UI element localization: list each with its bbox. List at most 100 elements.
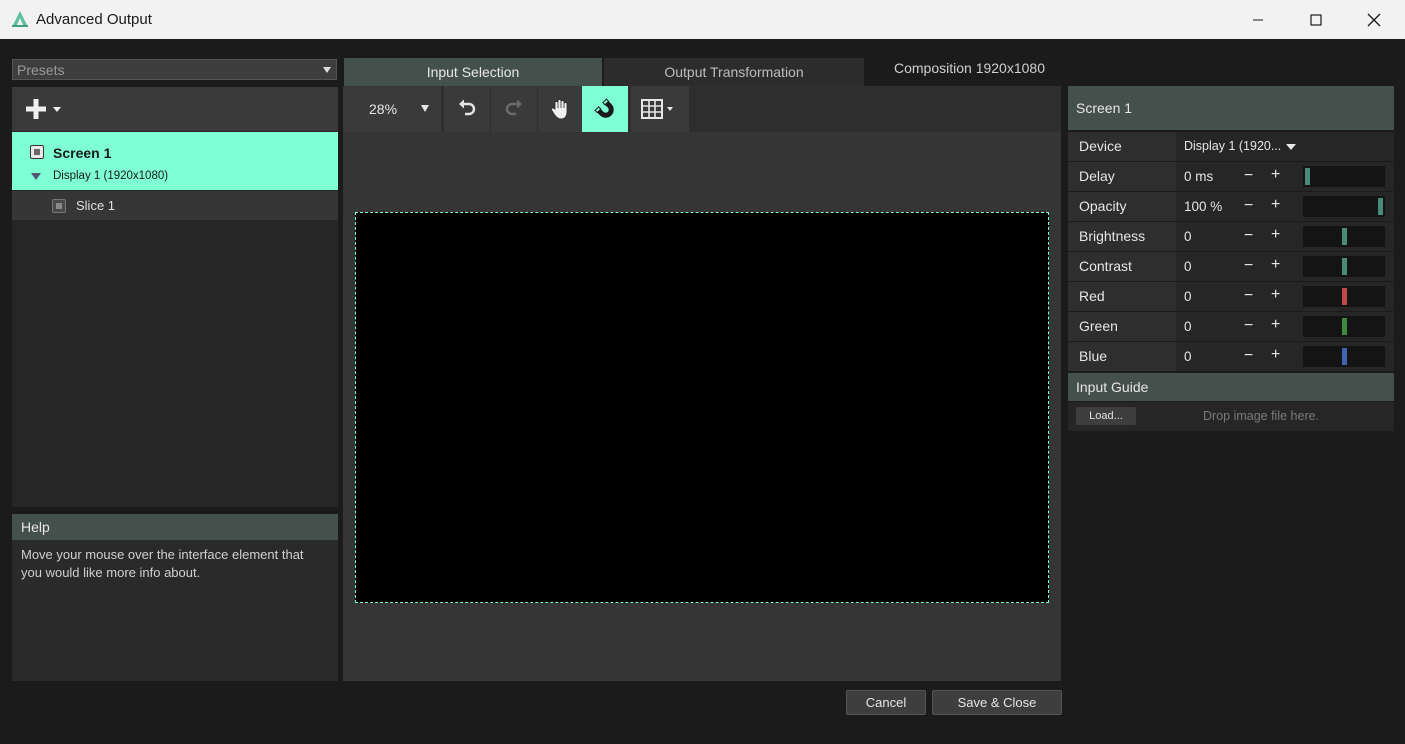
screen-checkbox[interactable]	[30, 145, 44, 159]
help-text: Move your mouse over the interface eleme…	[21, 547, 304, 580]
prop-label-cell: Green	[1068, 312, 1176, 341]
prop-label: Contrast	[1079, 258, 1132, 274]
prop-slider[interactable]	[1303, 256, 1385, 277]
help-panel: Move your mouse over the interface eleme…	[12, 540, 338, 681]
expand-triangle-icon[interactable]	[31, 173, 41, 180]
decrement-button[interactable]: −	[1244, 287, 1253, 305]
slider-marker[interactable]	[1341, 258, 1347, 275]
slider-marker[interactable]	[1341, 348, 1347, 365]
slider-marker[interactable]	[1341, 288, 1347, 305]
slider-marker[interactable]	[1341, 228, 1347, 245]
add-screen-button[interactable]	[24, 97, 68, 121]
prop-value[interactable]: 0	[1184, 349, 1192, 364]
prop-slider[interactable]	[1303, 316, 1385, 337]
prop-label: Brightness	[1079, 228, 1146, 244]
hand-pan-icon	[551, 99, 568, 120]
decrement-button[interactable]: −	[1244, 197, 1253, 215]
prop-row-delay: Delay 0 ms − +	[1068, 162, 1394, 191]
prop-label: Green	[1079, 318, 1118, 334]
decrement-button[interactable]: −	[1244, 257, 1253, 275]
prop-row-opacity: Opacity 100 % − +	[1068, 192, 1394, 221]
prop-row-brightness: Brightness 0 − +	[1068, 222, 1394, 251]
minimize-icon	[1253, 19, 1263, 20]
increment-button[interactable]: +	[1271, 256, 1280, 274]
prop-row-contrast: Contrast 0 − +	[1068, 252, 1394, 281]
increment-button[interactable]: +	[1271, 346, 1280, 364]
prop-label-cell: Device	[1068, 132, 1176, 161]
slice-name: Slice 1	[76, 198, 116, 213]
increment-button[interactable]: +	[1271, 166, 1280, 184]
increment-button[interactable]: +	[1271, 286, 1280, 304]
maximize-button[interactable]	[1287, 0, 1345, 39]
screen-toolbar	[12, 87, 338, 131]
slider-marker[interactable]	[1305, 168, 1310, 185]
close-button[interactable]	[1345, 0, 1403, 39]
redo-button[interactable]	[491, 86, 537, 132]
slider-marker[interactable]	[1378, 198, 1383, 215]
title-bar: Advanced Output	[0, 0, 1405, 39]
prop-label: Delay	[1079, 168, 1115, 184]
prop-value[interactable]: 100 %	[1184, 199, 1222, 214]
screen-name: Screen 1	[53, 145, 112, 161]
prop-slider[interactable]	[1303, 346, 1385, 367]
decrement-button[interactable]: −	[1244, 317, 1253, 335]
save-close-button[interactable]: Save & Close	[932, 690, 1062, 715]
prop-value[interactable]: 0	[1184, 319, 1192, 334]
grid-dropdown-button[interactable]	[631, 86, 689, 132]
prop-slider[interactable]	[1303, 286, 1385, 307]
magnet-snap-icon	[594, 98, 614, 118]
prop-row-red: Red 0 − +	[1068, 282, 1394, 311]
increment-button[interactable]: +	[1271, 226, 1280, 244]
prop-value[interactable]: 0	[1184, 259, 1192, 274]
prop-row-device: Device Display 1 (1920...	[1068, 132, 1394, 161]
composition-preview[interactable]	[355, 212, 1049, 603]
prop-row-blue: Blue 0 − +	[1068, 342, 1394, 371]
load-button[interactable]: Load...	[1076, 407, 1136, 425]
app-logo-icon	[12, 11, 28, 27]
decrement-button[interactable]: −	[1244, 227, 1253, 245]
pan-tool-button[interactable]	[538, 86, 584, 132]
cancel-button[interactable]: Cancel	[846, 690, 926, 715]
tab-input-selection[interactable]: Input Selection	[344, 58, 602, 86]
presets-dropdown[interactable]: Presets	[12, 59, 337, 80]
decrement-button[interactable]: −	[1244, 167, 1253, 185]
undo-icon	[459, 99, 476, 116]
input-guide-drop-zone[interactable]: Load... Drop image file here.	[1068, 402, 1394, 431]
tab-output-transformation[interactable]: Output Transformation	[604, 58, 864, 86]
increment-button[interactable]: +	[1271, 196, 1280, 214]
prop-label-cell: Contrast	[1068, 252, 1176, 281]
prop-label-cell: Delay	[1068, 162, 1176, 191]
minimize-button[interactable]	[1229, 0, 1287, 39]
tree-item-screen[interactable]: Screen 1 Display 1 (1920x1080)	[12, 132, 338, 190]
grid-icon	[641, 99, 673, 119]
slider-marker[interactable]	[1341, 318, 1347, 335]
chevron-down-icon	[1286, 144, 1296, 150]
prop-value[interactable]: 0 ms	[1184, 169, 1213, 184]
screen-tree: Screen 1 Display 1 (1920x1080) Slice 1	[12, 131, 338, 507]
decrement-button[interactable]: −	[1244, 347, 1253, 365]
device-dropdown[interactable]: Display 1 (1920...	[1178, 132, 1394, 161]
prop-slider[interactable]	[1303, 196, 1385, 217]
prop-label-cell: Brightness	[1068, 222, 1176, 251]
prop-label: Device	[1079, 138, 1122, 154]
prop-label-cell: Opacity	[1068, 192, 1176, 221]
composition-label: Composition 1920x1080	[894, 60, 1045, 76]
slice-checkbox[interactable]	[52, 199, 66, 213]
snap-toggle-button[interactable]	[582, 86, 628, 132]
input-guide-title: Input Guide	[1076, 379, 1149, 395]
zoom-dropdown[interactable]: 28%	[343, 86, 441, 132]
prop-label-cell: Blue	[1068, 342, 1176, 371]
increment-button[interactable]: +	[1271, 316, 1280, 334]
presets-label: Presets	[17, 62, 65, 78]
prop-slider[interactable]	[1303, 226, 1385, 247]
canvas-area[interactable]	[343, 132, 1061, 681]
properties-title: Screen 1	[1076, 100, 1133, 116]
prop-slider[interactable]	[1303, 166, 1385, 187]
prop-value[interactable]: 0	[1184, 229, 1192, 244]
drop-hint: Drop image file here.	[1203, 409, 1320, 423]
close-icon	[1367, 13, 1381, 26]
tree-item-slice[interactable]: Slice 1	[12, 191, 338, 220]
chevron-down-icon	[323, 67, 331, 73]
prop-value[interactable]: 0	[1184, 289, 1192, 304]
undo-button[interactable]	[444, 86, 490, 132]
